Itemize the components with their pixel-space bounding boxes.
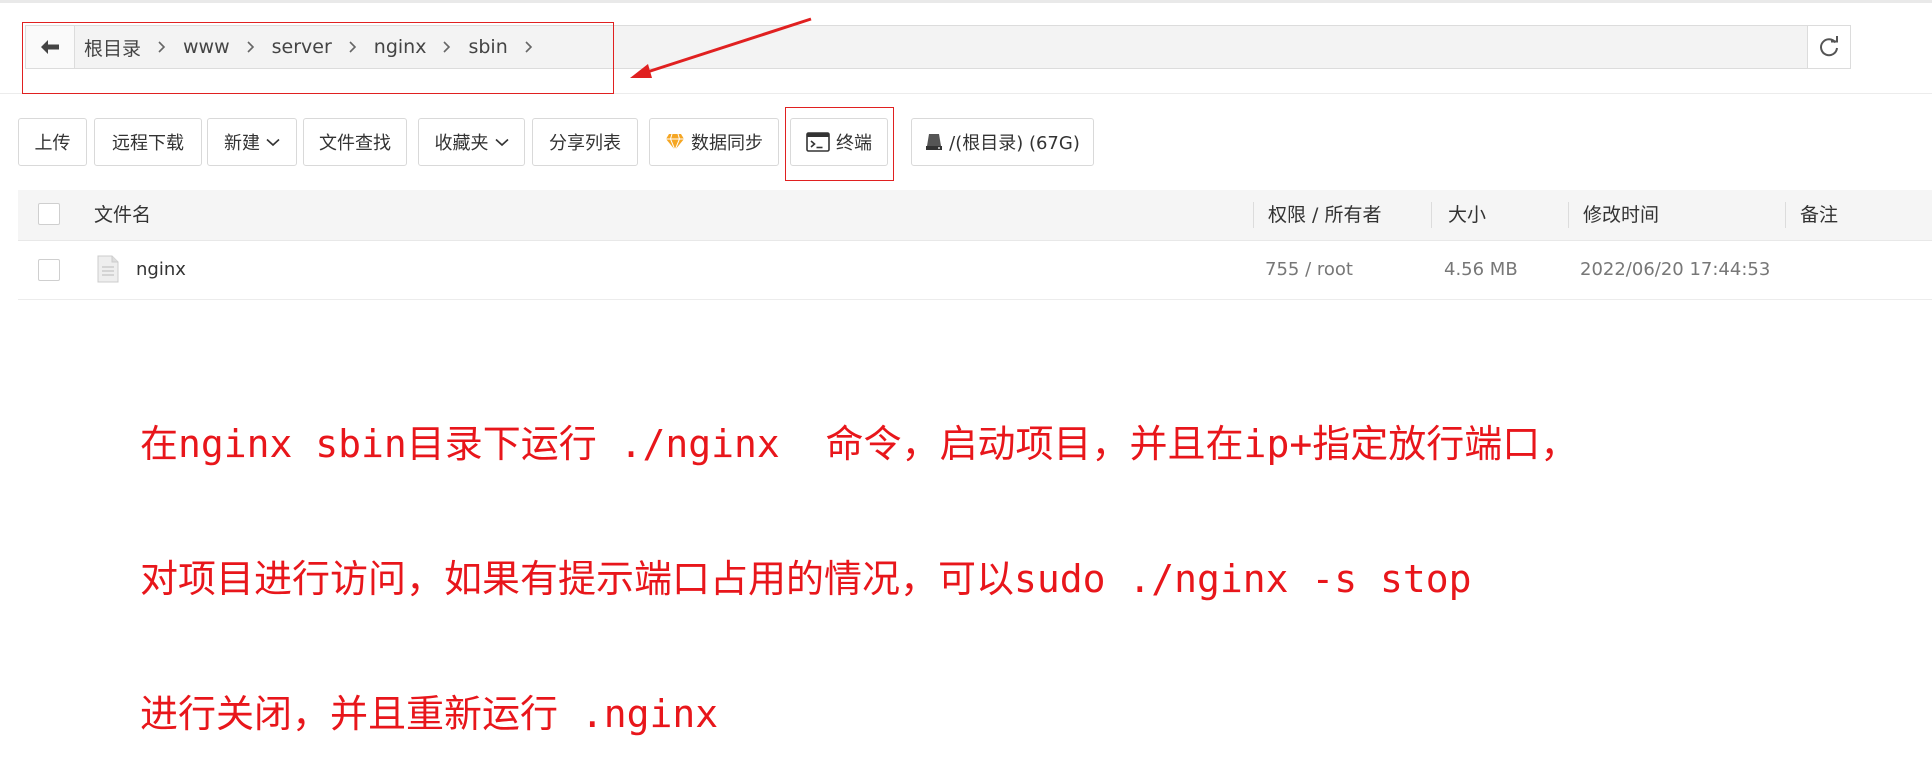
- column-header-modified[interactable]: 修改时间: [1583, 190, 1659, 240]
- file-permission[interactable]: 755 / root: [1265, 241, 1353, 299]
- file-size: 4.56 MB: [1444, 259, 1518, 280]
- annotation-arrow: [630, 17, 812, 78]
- new-dropdown-button[interactable]: 新建: [207, 118, 297, 166]
- refresh-button[interactable]: [1807, 25, 1851, 69]
- table-header: 文件名 权限 / 所有者 大小 修改时间 备注: [18, 190, 1932, 241]
- refresh-icon: [1820, 36, 1838, 57]
- file-search-label: 文件查找: [319, 133, 391, 154]
- table-row[interactable]: nginx 755 / root 4.56 MB 2022/06/20 17:4…: [18, 241, 1932, 300]
- file-icon: [97, 255, 119, 283]
- annotation-line: 在nginx sbin目录下运行 ./nginx 命令，启动项目，并且在ip+指…: [140, 422, 1579, 466]
- column-header-permission[interactable]: 权限 / 所有者: [1268, 190, 1381, 240]
- share-list-label: 分享列表: [549, 133, 621, 154]
- file-search-button[interactable]: 文件查找: [303, 118, 407, 166]
- column-divider: [1253, 202, 1254, 228]
- top-border: [0, 0, 1932, 3]
- column-header-size[interactable]: 大小: [1448, 190, 1486, 240]
- column-header-note[interactable]: 备注: [1800, 190, 1838, 240]
- data-sync-button[interactable]: 数据同步: [649, 118, 779, 166]
- file-modified-time: 2022/06/20 17:44:53: [1580, 259, 1771, 280]
- favorites-dropdown-button[interactable]: 收藏夹: [418, 118, 525, 166]
- column-header-filename[interactable]: 文件名: [94, 190, 151, 240]
- new-label: 新建: [224, 133, 260, 154]
- upload-label: 上传: [34, 133, 71, 154]
- chevron-down-icon: [494, 138, 509, 147]
- row-checkbox[interactable]: [38, 259, 60, 281]
- remote-download-button[interactable]: 远程下载: [94, 118, 202, 166]
- annotation-text: 在nginx sbin目录下运行 ./nginx 命令，启动项目，并且在ip+指…: [140, 332, 1900, 782]
- disk-root-label: /(根目录) (67G): [949, 133, 1080, 154]
- chevron-down-icon: [266, 138, 280, 147]
- favorites-label: 收藏夹: [434, 133, 489, 154]
- disk-root-button[interactable]: /(根目录) (67G): [911, 118, 1094, 166]
- annotation-highlight-terminal: [785, 107, 894, 181]
- annotation-line: 进行关闭，并且重新运行 .nginx: [140, 692, 719, 736]
- upload-button[interactable]: 上传: [18, 118, 87, 166]
- diamond-icon: [666, 133, 684, 151]
- column-divider: [1431, 202, 1432, 228]
- share-list-button[interactable]: 分享列表: [532, 118, 638, 166]
- remote-download-label: 远程下载: [112, 133, 184, 154]
- column-divider: [1785, 202, 1786, 228]
- column-divider: [1568, 202, 1569, 228]
- data-sync-label: 数据同步: [691, 133, 763, 154]
- hard-drive-icon: [926, 134, 943, 150]
- annotation-highlight-path: [22, 22, 614, 94]
- file-name[interactable]: nginx: [136, 241, 186, 299]
- annotation-line: 对项目进行访问，如果有提示端口占用的情况，可以sudo ./nginx -s s…: [140, 557, 1472, 601]
- select-all-checkbox[interactable]: [38, 203, 60, 225]
